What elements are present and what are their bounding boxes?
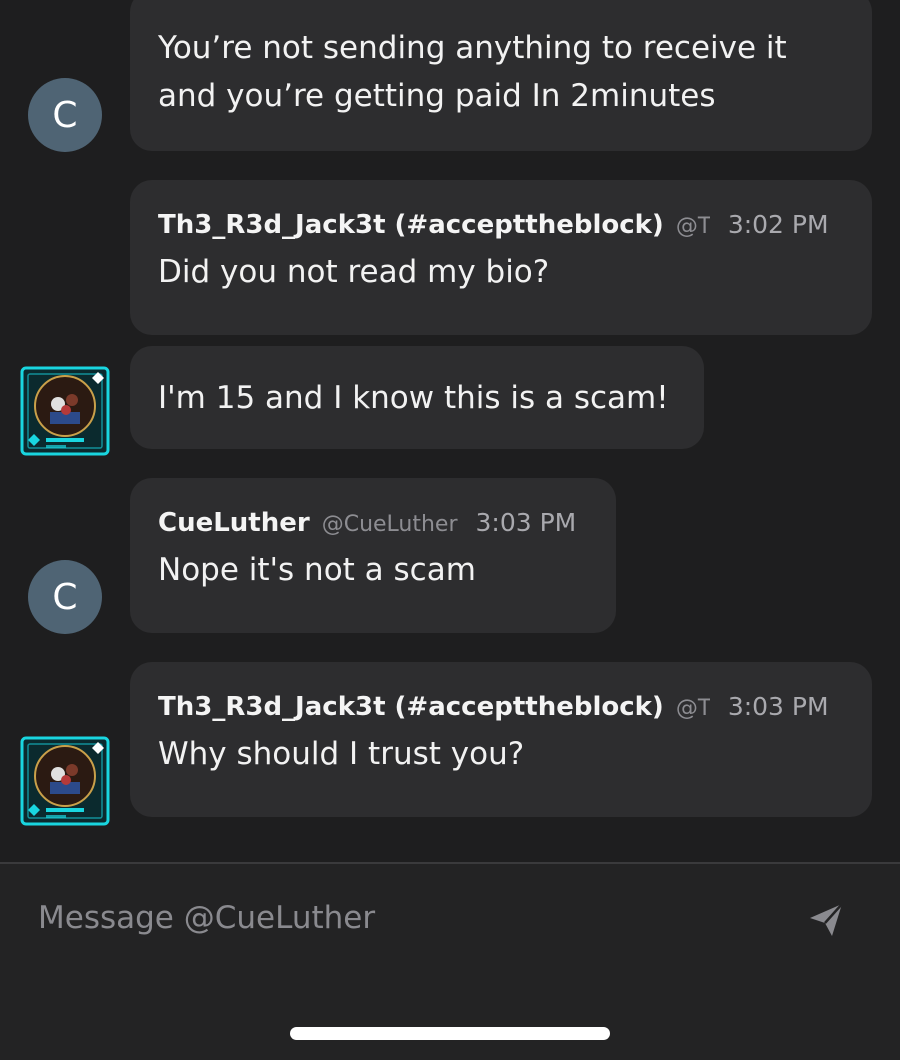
author-name[interactable]: Th3_R3d_Jack3t (#accepttheblock): [158, 210, 664, 240]
avatar-letter: C: [52, 94, 78, 136]
home-indicator[interactable]: [290, 1027, 610, 1040]
message-bubble[interactable]: CueLuther @CueLuther 3:03 PM Nope it's n…: [130, 478, 616, 633]
avatar-frame-icon[interactable]: [20, 366, 110, 456]
message-header: Th3_R3d_Jack3t (#accepttheblock) @Th3_R3…: [158, 210, 844, 240]
message-text: Did you not read my bio?: [158, 254, 550, 290]
author-name[interactable]: Th3_R3d_Jack3t (#accepttheblock): [158, 692, 664, 722]
avatar-cueluther[interactable]: C: [28, 78, 102, 152]
message-bubble[interactable]: Th3_R3d_Jack3t (#accepttheblock) @Th3_R3…: [130, 662, 872, 817]
message-input[interactable]: Message @CueLuther: [38, 900, 375, 936]
message-text: Nope it's not a scam: [158, 552, 476, 588]
author-handle: @Th3_R3d_Jack3t: [675, 214, 710, 239]
message-timestamp: 3:03 PM: [475, 508, 577, 537]
avatar-frame-icon[interactable]: [20, 736, 110, 826]
avatar-letter: C: [52, 576, 78, 618]
message-text: and you’re getting paid In 2minutes: [158, 78, 716, 114]
avatar-cueluther[interactable]: C: [28, 560, 102, 634]
message-header: Th3_R3d_Jack3t (#accepttheblock) @Th3_R3…: [158, 692, 844, 722]
author-handle: @Th3_R3d_Jack3t: [675, 696, 710, 721]
message-bubble[interactable]: You’re not sending anything to receive i…: [130, 0, 872, 151]
send-icon[interactable]: [808, 902, 844, 938]
message-text: Why should I trust you?: [158, 736, 525, 772]
message-header: CueLuther @CueLuther 3:03 PM: [158, 508, 588, 538]
message-text: You’re not sending anything to receive i…: [158, 30, 787, 66]
author-name[interactable]: CueLuther: [158, 508, 310, 538]
message-timestamp: 3:03 PM: [727, 692, 829, 721]
message-bubble[interactable]: Th3_R3d_Jack3t (#accepttheblock) @Th3_R3…: [130, 180, 872, 335]
message-text: I'm 15 and I know this is a scam!: [158, 380, 669, 416]
message-timestamp: 3:02 PM: [727, 210, 829, 239]
message-bubble[interactable]: I'm 15 and I know this is a scam!: [130, 346, 704, 449]
author-handle: @CueLuther: [321, 512, 458, 537]
